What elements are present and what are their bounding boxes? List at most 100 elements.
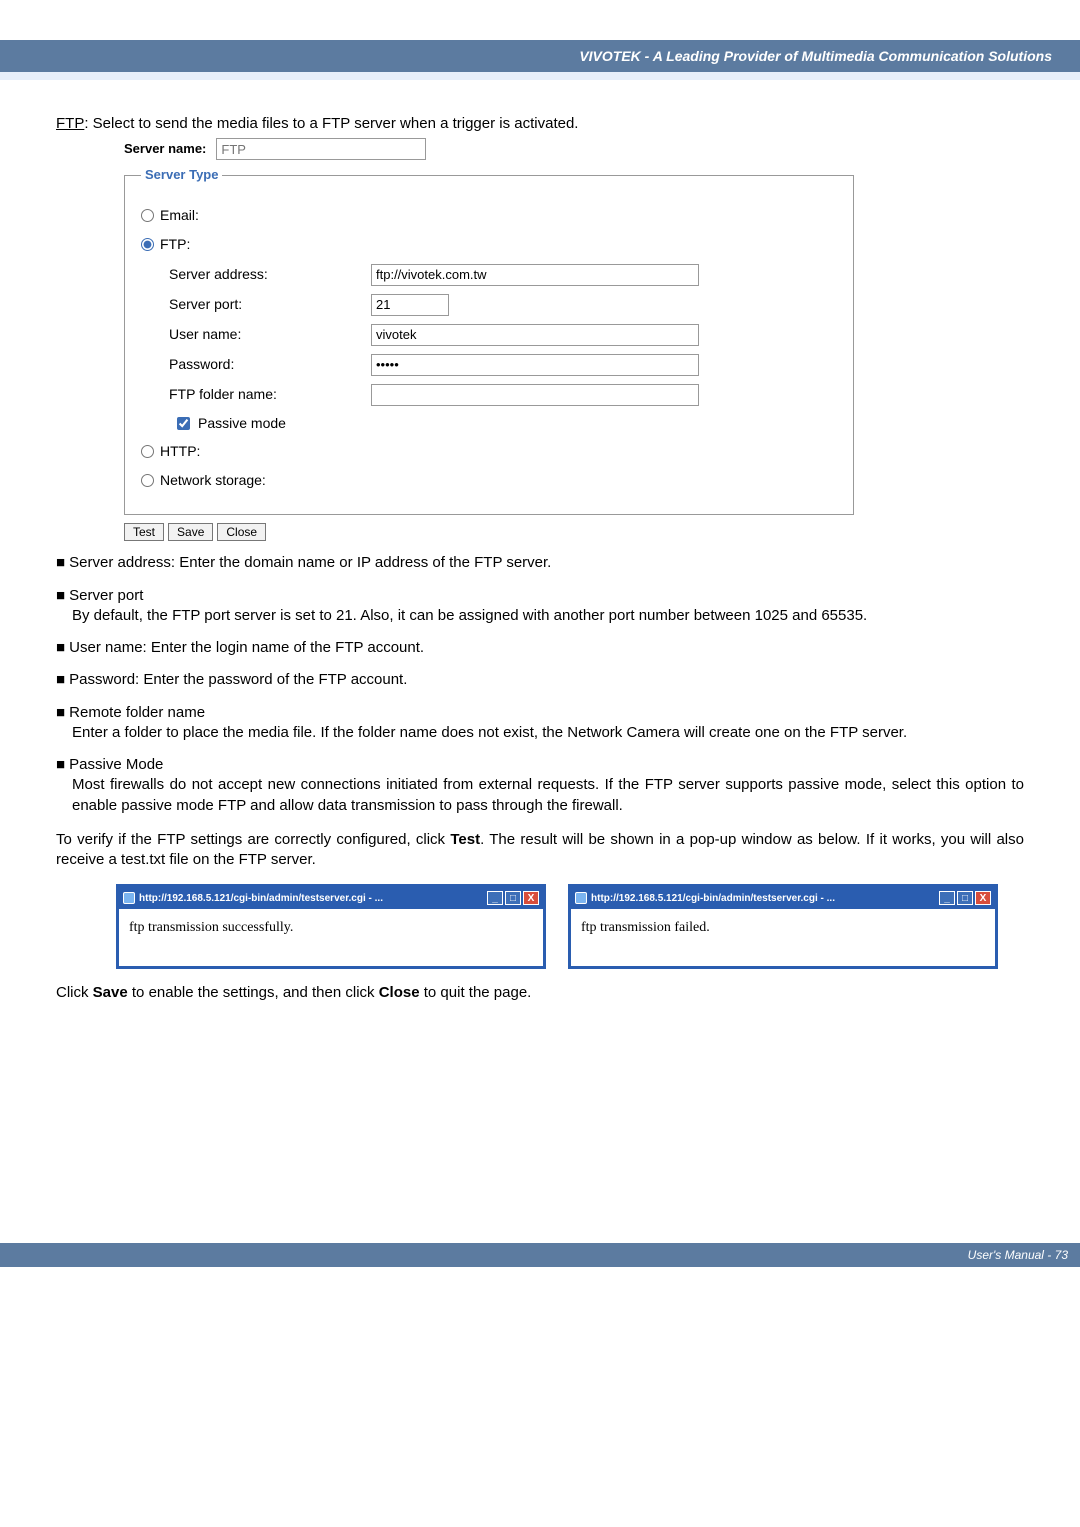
server-address-label: Server address: [169,265,371,284]
radio-http[interactable]: HTTP: [141,442,837,461]
closing-e: to quit the page. [420,984,532,1001]
test-button[interactable]: Test [124,523,164,541]
popup-fail: http://192.168.5.121/cgi-bin/admin/tests… [568,884,998,969]
square-bullet-icon: ■ [56,586,65,606]
square-bullet-icon: ■ [56,553,65,573]
bullet-server-address: ■ Server address: Enter the domain name … [56,553,1024,573]
bullet-server-port: ■ Server port By default, the FTP port s… [56,586,1024,627]
bullet-body-2: By default, the FTP port server is set t… [72,606,1024,626]
popup-title-text: http://192.168.5.121/cgi-bin/admin/tests… [123,892,383,906]
verify-test-bold: Test [450,831,480,848]
server-port-label: Server port: [169,295,371,314]
popup-success: http://192.168.5.121/cgi-bin/admin/tests… [116,884,546,969]
radio-net-label: Network storage: [160,471,266,490]
radio-net[interactable]: Network storage: [141,471,837,490]
passive-row[interactable]: Passive mode [177,414,837,433]
closing-close-bold: Close [379,984,420,1001]
window-controls: _ □ X [487,891,539,905]
bullet-list: ■ Server address: Enter the domain name … [56,553,1024,816]
passive-label: Passive mode [198,414,286,433]
ftp-heading: FTP [56,115,84,132]
popup-titlebar: http://192.168.5.121/cgi-bin/admin/tests… [571,887,995,909]
square-bullet-icon: ■ [56,755,65,775]
radio-email-label: Email: [160,206,199,225]
bullet-text-3: User name: Enter the login name of the F… [69,639,424,656]
verify-text-a: To verify if the FTP settings are correc… [56,831,450,848]
bullet-body-5: Enter a folder to place the media file. … [72,723,1024,743]
intro-paragraph: FTP: Select to send the media files to a… [56,114,1024,134]
header-title: VIVOTEK - A Leading Provider of Multimed… [579,48,1052,64]
server-address-row: Server address: [169,264,837,286]
close-button[interactable]: Close [217,523,266,541]
server-address-input[interactable] [371,264,699,286]
bullet-head-5: Remote folder name [69,704,205,721]
server-name-input[interactable] [216,138,426,160]
radio-email[interactable]: Email: [141,206,837,225]
user-name-row: User name: [169,324,837,346]
password-label: Password: [169,355,371,374]
folder-label: FTP folder name: [169,385,371,404]
ie-icon [575,892,587,904]
password-input[interactable] [371,354,699,376]
server-type-legend: Server Type [141,166,222,184]
header-divider [0,72,1080,80]
bullet-user-name: ■ User name: Enter the login name of the… [56,638,1024,658]
bullet-password: ■ Password: Enter the password of the FT… [56,670,1024,690]
user-name-input[interactable] [371,324,699,346]
password-row: Password: [169,354,837,376]
square-bullet-icon: ■ [56,670,65,690]
popup-title-text: http://192.168.5.121/cgi-bin/admin/tests… [575,892,835,906]
server-name-row: Server name: [124,138,1024,160]
popup-url: http://192.168.5.121/cgi-bin/admin/tests… [591,892,835,906]
server-port-row: Server port: [169,294,837,316]
square-bullet-icon: ■ [56,638,65,658]
bullet-head-2: Server port [69,587,143,604]
window-controls: _ □ X [939,891,991,905]
folder-row: FTP folder name: [169,384,837,406]
popup-body-success: ftp transmission successfully. [119,909,543,966]
ftp-fields: Server address: Server port: User name: … [169,264,837,433]
closing-paragraph: Click Save to enable the settings, and t… [56,983,1024,1003]
verify-paragraph: To verify if the FTP settings are correc… [56,830,1024,871]
minimize-icon[interactable]: _ [487,891,503,905]
ie-icon [123,892,135,904]
server-form: Server name: Server Type Email: FTP: Ser… [124,138,1024,541]
user-name-label: User name: [169,325,371,344]
closing-a: Click [56,984,93,1001]
closing-save-bold: Save [93,984,128,1001]
radio-net-input[interactable] [141,474,154,487]
radio-ftp[interactable]: FTP: [141,235,837,254]
maximize-icon[interactable]: □ [505,891,521,905]
close-icon[interactable]: X [523,891,539,905]
bullet-text-4: Password: Enter the password of the FTP … [69,671,407,688]
maximize-icon[interactable]: □ [957,891,973,905]
intro-text: : Select to send the media files to a FT… [84,115,578,132]
server-name-label: Server name: [124,140,206,158]
closing-c: to enable the settings, and then click [128,984,379,1001]
close-icon[interactable]: X [975,891,991,905]
server-type-fieldset: Server Type Email: FTP: Server address: … [124,166,854,515]
popup-row: http://192.168.5.121/cgi-bin/admin/tests… [116,884,1024,969]
bullet-remote-folder: ■ Remote folder name Enter a folder to p… [56,703,1024,744]
passive-checkbox[interactable] [177,417,190,430]
button-row: Test Save Close [124,523,1024,541]
page-content: FTP: Select to send the media files to a… [0,114,1080,1003]
radio-ftp-label: FTP: [160,235,190,254]
save-button[interactable]: Save [168,523,213,541]
header-bar: VIVOTEK - A Leading Provider of Multimed… [0,40,1080,72]
popup-url: http://192.168.5.121/cgi-bin/admin/tests… [139,892,383,906]
server-port-input[interactable] [371,294,449,316]
popup-titlebar: http://192.168.5.121/cgi-bin/admin/tests… [119,887,543,909]
folder-input[interactable] [371,384,699,406]
radio-http-label: HTTP: [160,442,200,461]
radio-email-input[interactable] [141,209,154,222]
minimize-icon[interactable]: _ [939,891,955,905]
square-bullet-icon: ■ [56,703,65,723]
bullet-body-6: Most firewalls do not accept new connect… [72,775,1024,816]
popup-body-fail: ftp transmission failed. [571,909,995,966]
footer-bar: User's Manual - 73 [0,1243,1080,1267]
bullet-passive-mode: ■ Passive Mode Most firewalls do not acc… [56,755,1024,816]
radio-http-input[interactable] [141,445,154,458]
radio-ftp-input[interactable] [141,238,154,251]
bullet-head-6: Passive Mode [69,756,163,773]
